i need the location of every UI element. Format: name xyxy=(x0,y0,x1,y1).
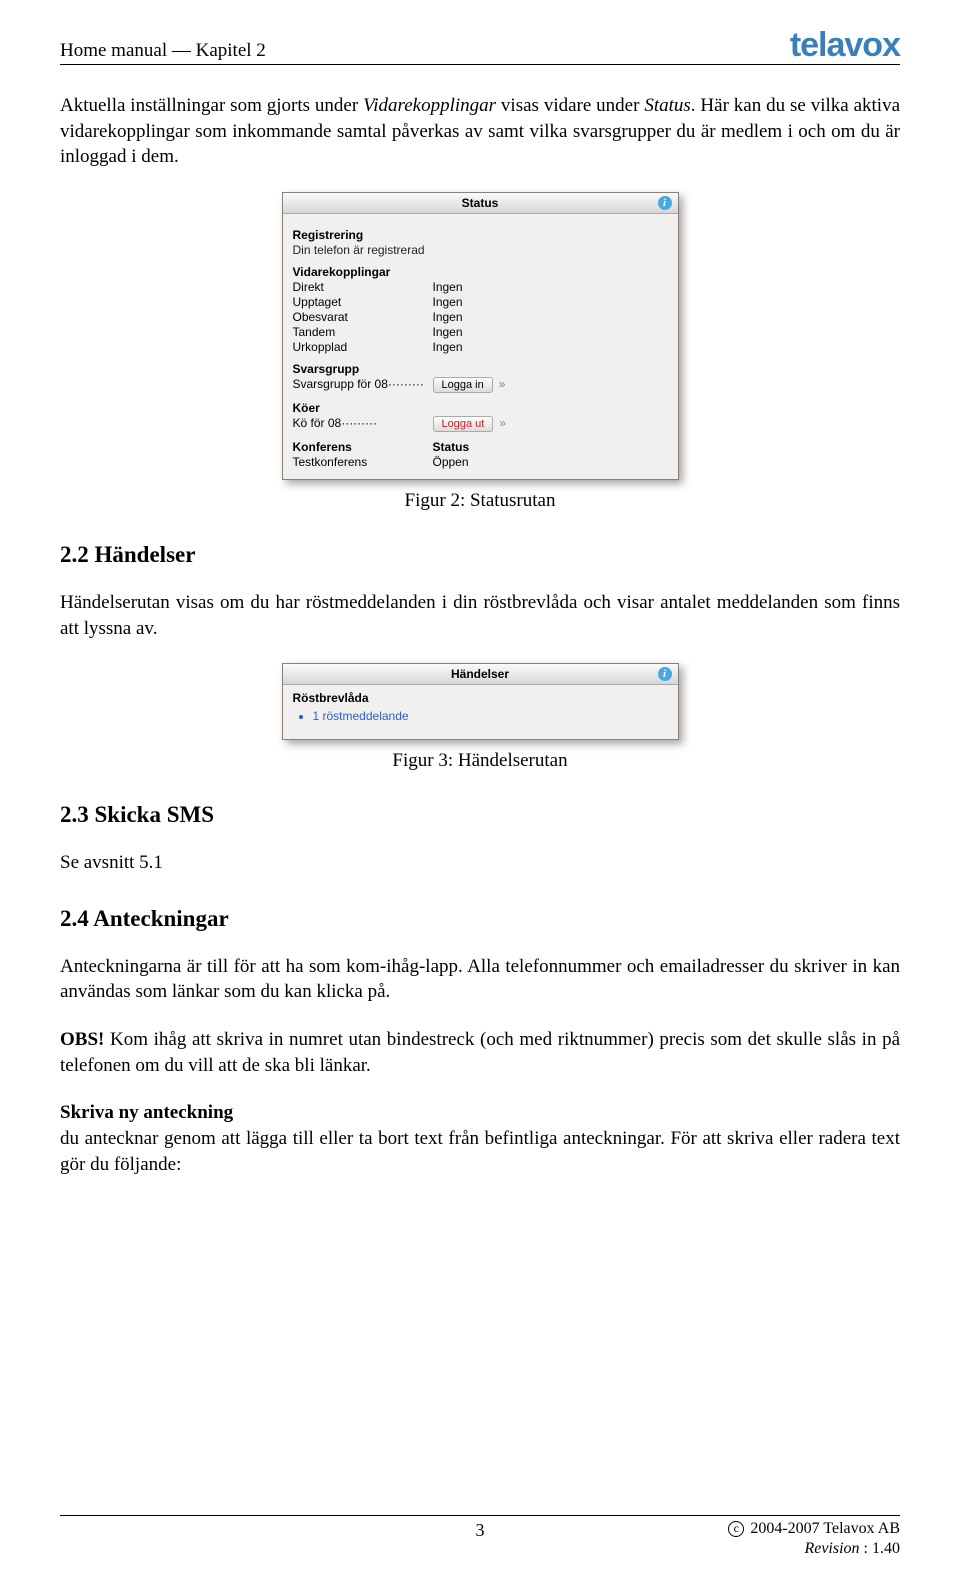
heading-2-3: 2.3 Skicka SMS xyxy=(60,802,900,828)
konferens-status-header: Status xyxy=(433,440,668,454)
figure-3-caption: Figur 3: Händelserutan xyxy=(60,750,900,772)
login-button[interactable]: Logga in xyxy=(433,377,493,393)
vk-direkt-label: Direkt xyxy=(293,280,433,294)
obs-label: OBS! xyxy=(60,1029,104,1050)
copyright-icon: c xyxy=(728,1521,744,1537)
paragraph-2-3: Se avsnitt 5.1 xyxy=(60,850,900,876)
brand-logo: telavox xyxy=(790,28,900,62)
section-svarsgrupp: Svarsgrupp xyxy=(293,362,668,376)
obs-text: Kom ihåg att skriva in numret utan binde… xyxy=(60,1029,900,1076)
skriva-text: du antecknar genom att lägga till eller … xyxy=(60,1128,900,1175)
section-rostbrevlada: Röstbrevlåda xyxy=(293,691,668,705)
status-title: Status xyxy=(462,196,499,210)
section-registrering: Registrering xyxy=(293,228,668,242)
handelser-title-bar: Händelser i xyxy=(283,664,678,685)
paragraph-2-4c: Skriva ny anteckning du antecknar genom … xyxy=(60,1100,900,1177)
intro-paragraph: Aktuella inställningar som gjorts under … xyxy=(60,93,900,170)
section-koer: Köer xyxy=(293,401,668,415)
figure-handelser-panel: Händelser i Röstbrevlåda 1 röstmeddeland… xyxy=(282,663,679,740)
vk-obesvarat-value: Ingen xyxy=(433,310,668,324)
revision-value: : 1.40 xyxy=(860,1540,900,1557)
handelser-title: Händelser xyxy=(451,667,509,681)
vk-upptaget-label: Upptaget xyxy=(293,295,433,309)
revision: Revision : 1.40 xyxy=(690,1540,900,1558)
chevron-right-icon: » xyxy=(499,377,506,391)
vk-direkt-value: Ingen xyxy=(433,280,668,294)
registrering-status: Din telefon är registrerad xyxy=(293,243,668,257)
figure-status-panel: Status i Registrering Din telefon är reg… xyxy=(282,192,679,480)
paragraph-2-4a: Anteckningarna är till för att ha som ko… xyxy=(60,954,900,1005)
logout-button[interactable]: Logga ut xyxy=(433,416,494,432)
intro-em-2: Status xyxy=(644,95,690,116)
heading-2-4: 2.4 Anteckningar xyxy=(60,906,900,932)
section-konferens: Konferens xyxy=(293,440,433,454)
revision-label: Revision xyxy=(804,1540,859,1557)
heading-2-2: 2.2 Händelser xyxy=(60,542,900,568)
voicemail-link[interactable]: 1 röstmeddelande xyxy=(313,709,409,723)
status-title-bar: Status i xyxy=(283,193,678,214)
intro-text-1: Aktuella inställningar som gjorts under xyxy=(60,95,363,116)
info-icon[interactable]: i xyxy=(658,667,672,681)
copyright-text: 2004-2007 Telavox AB xyxy=(750,1520,900,1537)
intro-em-1: Vidarekopplingar xyxy=(363,95,496,116)
chevron-right-icon: » xyxy=(499,416,506,430)
skriva-heading: Skriva ny anteckning xyxy=(60,1102,233,1123)
info-icon[interactable]: i xyxy=(658,196,672,210)
vk-tandem-label: Tandem xyxy=(293,325,433,339)
section-vidarekopplingar: Vidarekopplingar xyxy=(293,265,668,279)
see-section-text: Se avsnitt xyxy=(60,852,139,873)
page-number: 3 xyxy=(270,1520,690,1558)
vk-upptaget-value: Ingen xyxy=(433,295,668,309)
konferens-status: Öppen xyxy=(433,455,668,469)
vk-obesvarat-label: Obesvarat xyxy=(293,310,433,324)
ko-label: Kö för 08········· xyxy=(293,416,433,432)
copyright: c 2004-2007 Telavox AB xyxy=(690,1520,900,1538)
header-left: Home manual — Kapitel 2 xyxy=(60,40,266,62)
vk-tandem-value: Ingen xyxy=(433,325,668,339)
konferens-name: Testkonferens xyxy=(293,455,433,469)
paragraph-2-4b: OBS! Kom ihåg att skriva in numret utan … xyxy=(60,1027,900,1078)
paragraph-2-2: Händelserutan visas om du har röstmeddel… xyxy=(60,590,900,641)
figure-2-caption: Figur 2: Statusrutan xyxy=(60,490,900,512)
footer-left xyxy=(60,1520,270,1558)
vk-urkopplad-label: Urkopplad xyxy=(293,340,433,354)
vk-urkopplad-value: Ingen xyxy=(433,340,668,354)
section-ref-5-1[interactable]: 5.1 xyxy=(139,852,163,873)
intro-text-2: visas vidare under xyxy=(496,95,644,116)
svarsgrupp-label: Svarsgrupp för 08········· xyxy=(293,377,433,393)
